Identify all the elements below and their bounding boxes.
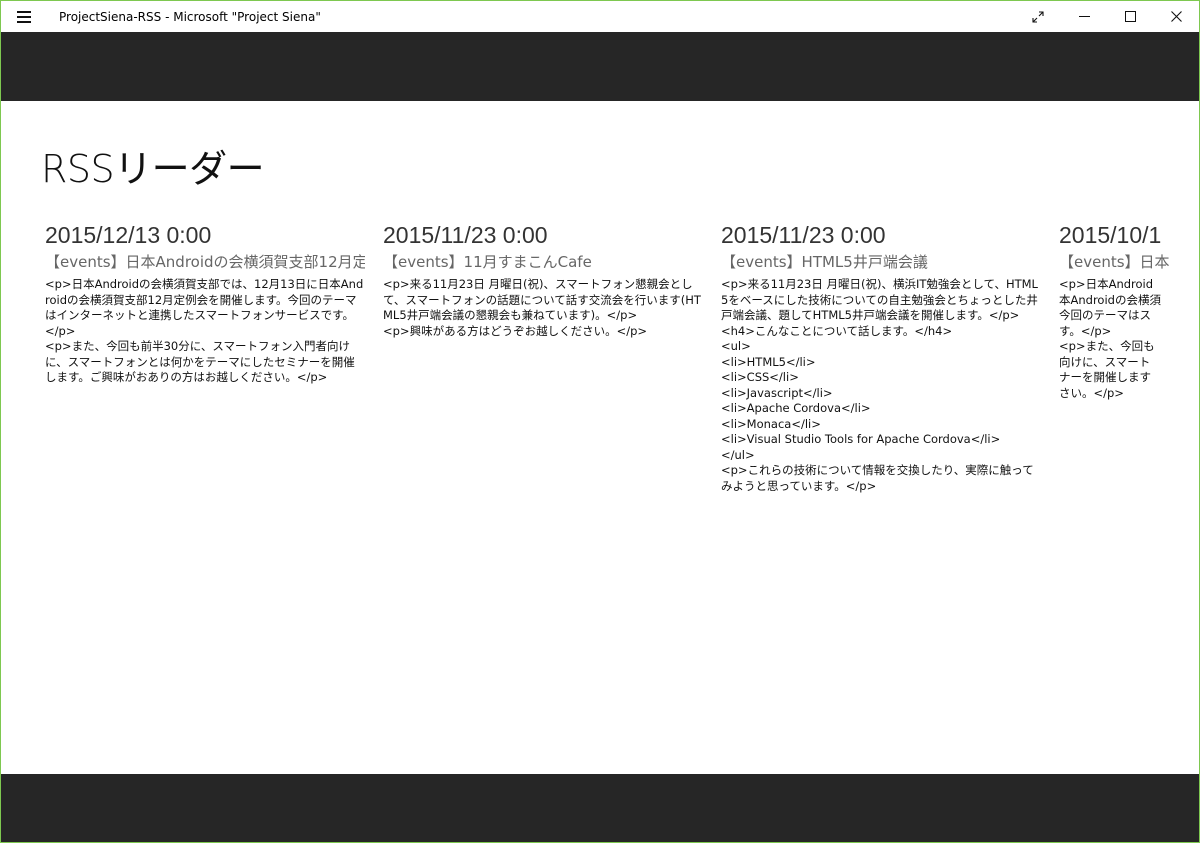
header-bar bbox=[1, 32, 1199, 101]
app-window: ProjectSiena-RSS - Microsoft "Project Si… bbox=[0, 0, 1200, 843]
item-date: 2015/11/23 0:00 bbox=[383, 222, 548, 248]
item-title: 【events】11月すまこんCafe bbox=[383, 253, 592, 271]
item-body: <p>日本Android 本Androidの会横須 今回のテーマはス す。</p… bbox=[1059, 277, 1161, 400]
gallery-item[interactable]: 2015/11/23 0:00 【events】11月すまこんCafe <p>来… bbox=[383, 219, 703, 679]
hamburger-icon[interactable] bbox=[1, 1, 47, 32]
item-title: 【events】日本 bbox=[1059, 253, 1170, 271]
item-date: 2015/10/1 bbox=[1059, 222, 1162, 248]
item-body: <p>来る11月23日 月曜日(祝)、横浜IT勉強会として、HTML5をベースに… bbox=[721, 277, 1038, 493]
item-title: 【events】HTML5井戸端会議 bbox=[721, 253, 928, 271]
page-title: RSSリーダー bbox=[41, 147, 265, 191]
window-controls bbox=[1015, 1, 1199, 32]
gallery-item[interactable]: 2015/10/1 【events】日本 <p>日本Android 本Andro… bbox=[1059, 219, 1199, 679]
item-body: <p>来る11月23日 月曜日(祝)、スマートフォン懇親会として、スマートフォン… bbox=[383, 277, 701, 338]
maximize-icon[interactable] bbox=[1107, 1, 1153, 32]
item-title: 【events】日本Androidの会横須賀支部12月定例会 bbox=[45, 253, 365, 271]
rss-gallery[interactable]: 2015/12/13 0:00 【events】日本Androidの会横須賀支部… bbox=[45, 219, 1199, 679]
item-date: 2015/11/23 0:00 bbox=[721, 222, 886, 248]
window-title: ProjectSiena-RSS - Microsoft "Project Si… bbox=[59, 9, 321, 24]
minimize-icon[interactable] bbox=[1061, 1, 1107, 32]
gallery-item[interactable]: 2015/11/23 0:00 【events】HTML5井戸端会議 <p>来る… bbox=[721, 219, 1041, 679]
item-body: <p>日本Androidの会横須賀支部では、12月13日に日本Androidの会… bbox=[45, 277, 364, 384]
footer-bar bbox=[1, 774, 1199, 842]
expand-icon[interactable] bbox=[1015, 1, 1061, 32]
item-date: 2015/12/13 0:00 bbox=[45, 222, 212, 248]
close-icon[interactable] bbox=[1153, 1, 1199, 32]
gallery-item[interactable]: 2015/12/13 0:00 【events】日本Androidの会横須賀支部… bbox=[45, 219, 365, 679]
title-bar: ProjectSiena-RSS - Microsoft "Project Si… bbox=[1, 1, 1199, 32]
